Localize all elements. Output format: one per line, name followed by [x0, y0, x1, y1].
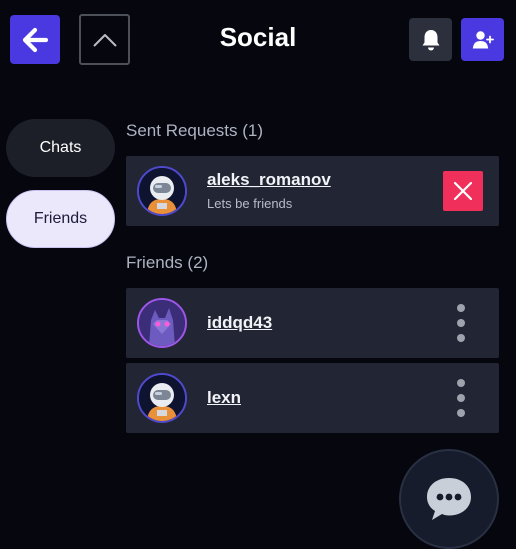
astronaut-avatar[interactable] — [137, 166, 187, 216]
chevron-up-icon — [92, 33, 117, 47]
chat-bubble-icon — [427, 478, 471, 520]
menu-dot — [457, 304, 465, 312]
username-link[interactable]: aleks_romanov — [207, 170, 331, 190]
cancel-request-button[interactable] — [443, 171, 483, 211]
request-message: Lets be friends — [207, 196, 293, 211]
back-button[interactable] — [10, 15, 60, 64]
friends-heading: Friends (2) — [126, 253, 209, 272]
tab-friends[interactable]: Friends — [6, 190, 115, 248]
sent-request-item: aleks_romanov Lets be friends — [126, 156, 499, 226]
menu-dot — [457, 409, 465, 417]
sent-requests-heading: Sent Requests (1) — [126, 121, 264, 140]
add-friend-button[interactable] — [461, 18, 504, 61]
arrow-left-icon — [22, 27, 49, 52]
friend-item: lexn — [126, 363, 499, 433]
menu-dot — [457, 319, 465, 327]
username-link[interactable]: lexn — [207, 388, 241, 408]
more-vertical-icon[interactable] — [451, 304, 471, 342]
more-vertical-icon[interactable] — [451, 379, 471, 417]
chat-button[interactable] — [399, 449, 499, 549]
collapse-button[interactable] — [79, 14, 130, 65]
tab-label: Friends — [33, 210, 88, 227]
wolf-avatar[interactable] — [137, 298, 187, 348]
astronaut-avatar[interactable] — [137, 373, 187, 423]
tab-chats[interactable]: Chats — [6, 119, 115, 177]
username-link[interactable]: iddqd43 — [207, 313, 272, 333]
menu-dot — [457, 334, 465, 342]
friend-item: iddqd43 — [126, 288, 499, 358]
close-icon — [453, 181, 473, 201]
bell-icon — [422, 29, 439, 50]
tab-label: Chats — [39, 139, 82, 156]
user-plus-icon — [472, 30, 494, 48]
notifications-button[interactable] — [409, 18, 452, 61]
menu-dot — [457, 394, 465, 402]
menu-dot — [457, 379, 465, 387]
